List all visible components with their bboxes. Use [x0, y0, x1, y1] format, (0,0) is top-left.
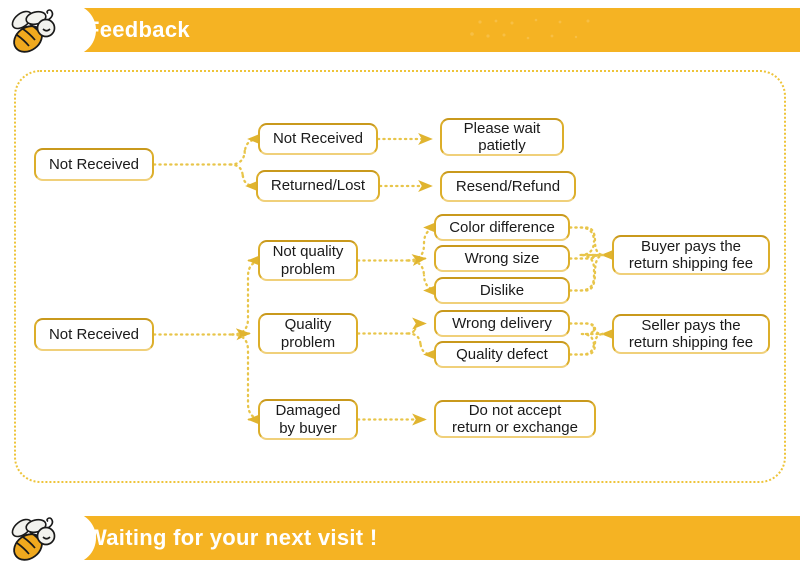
flow-node-label: Returned/Lost — [270, 177, 366, 195]
flow-node-seller-pays[interactable]: Seller pays the return shipping fee — [612, 314, 770, 354]
flow-node-label: Dislike — [479, 281, 525, 299]
flow-node-wrong-size[interactable]: Wrong size — [434, 245, 570, 272]
flow-node-label: Not quality problem — [272, 243, 344, 278]
flow-node-label: Color difference — [449, 218, 555, 236]
flow-node-buyer-pays[interactable]: Buyer pays the return shipping fee — [612, 235, 770, 275]
flow-node-label: Buyer pays the return shipping fee — [628, 237, 754, 272]
bee-icon — [11, 517, 56, 561]
flow-node-not-received-3[interactable]: Not Received — [34, 318, 154, 351]
header-title: Feedback — [86, 17, 190, 42]
flow-node-do-not-accept[interactable]: Do not accept return or exchange — [434, 400, 596, 438]
flow-node-dislike[interactable]: Dislike — [434, 277, 570, 304]
flow-node-label: Wrong size — [464, 249, 540, 267]
flow-node-label: Not Received — [272, 130, 364, 148]
bee-icon — [11, 9, 56, 53]
flow-node-please-wait[interactable]: Please wait patietly — [440, 118, 564, 156]
flow-node-quality-defect[interactable]: Quality defect — [434, 341, 570, 368]
footer-title: Waiting for your next visit ! — [86, 525, 378, 550]
flow-node-not-received-1[interactable]: Not Received — [34, 148, 154, 181]
flow-node-label: Resend/Refund — [455, 177, 561, 195]
flow-node-label: Not Received — [48, 155, 140, 173]
footer-banner: Waiting for your next visit ! — [0, 512, 800, 564]
flow-node-returned-lost[interactable]: Returned/Lost — [256, 170, 380, 202]
flow-node-resend-refund[interactable]: Resend/Refund — [440, 171, 576, 202]
header-banner: Feedback — [0, 4, 800, 56]
flowchart-panel — [14, 70, 786, 483]
flow-node-label: Quality defect — [456, 345, 548, 363]
flow-node-label: Seller pays the return shipping fee — [628, 316, 754, 351]
flow-node-not-quality-problem[interactable]: Not quality problem — [258, 240, 358, 281]
flow-node-label: Wrong delivery — [452, 314, 552, 332]
flow-node-label: Quality problem — [280, 316, 336, 351]
flow-node-quality-problem[interactable]: Quality problem — [258, 313, 358, 354]
flow-node-label: Do not accept return or exchange — [452, 401, 578, 436]
flow-node-damaged-by-buyer[interactable]: Damaged by buyer — [258, 399, 358, 440]
flow-node-color-difference[interactable]: Color difference — [434, 214, 570, 241]
flow-node-wrong-delivery[interactable]: Wrong delivery — [434, 310, 570, 337]
flow-node-label: Please wait patietly — [463, 119, 541, 154]
flow-node-label: Damaged by buyer — [275, 402, 341, 437]
flow-node-label: Not Received — [48, 325, 140, 343]
flow-node-not-received-2[interactable]: Not Received — [258, 123, 378, 155]
